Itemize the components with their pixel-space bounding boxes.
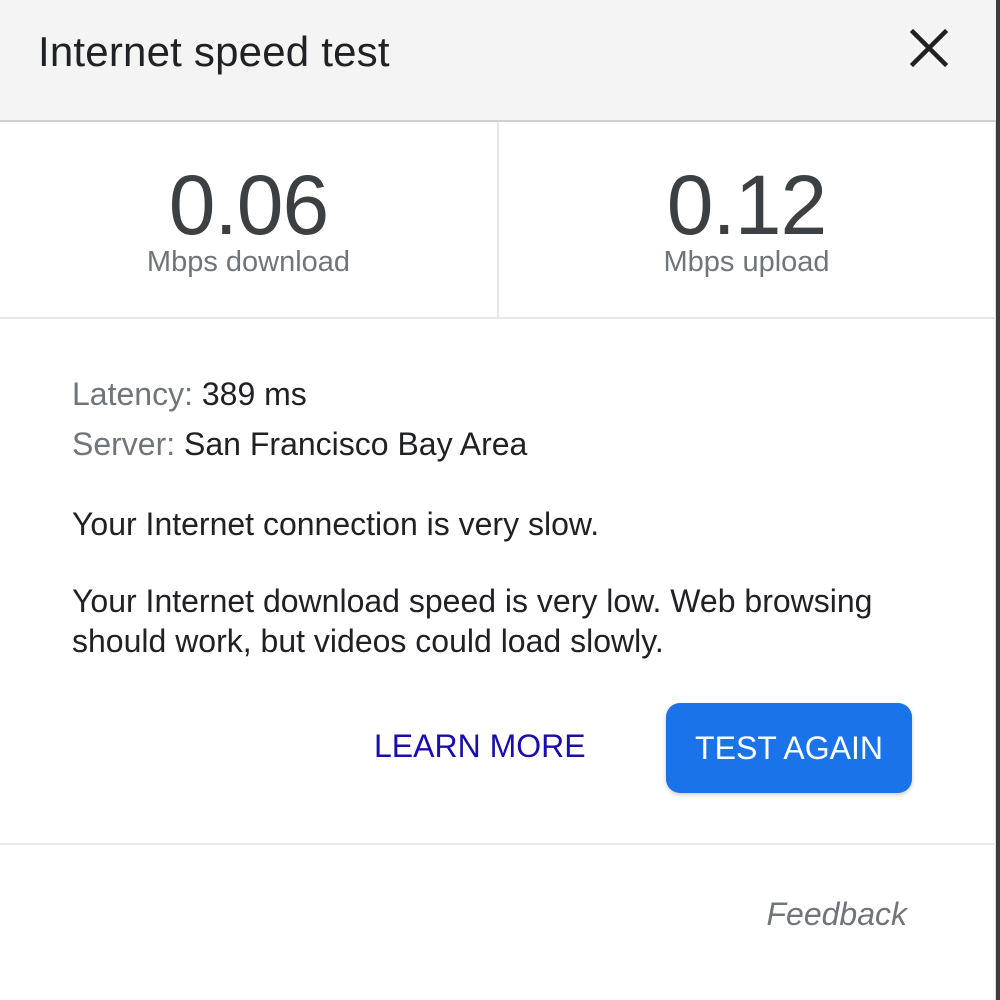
window-edge [996, 0, 1000, 1000]
connection-status-message: Your Internet connection is very slow. [72, 506, 600, 542]
download-result: 0.06 Mbps download [0, 122, 497, 317]
feedback-link[interactable]: Feedback [766, 896, 907, 933]
latency-label: Latency: [72, 376, 193, 412]
server-line: Server: San Francisco Bay Area [72, 424, 932, 474]
upload-speed-unit: Mbps upload [663, 246, 830, 278]
footer-divider [0, 843, 996, 845]
latency-value: 389 ms [201, 376, 307, 412]
server-label: Server: [72, 426, 176, 462]
connection-explanation-message: Your Internet download speed is very low… [72, 583, 873, 659]
learn-more-link[interactable]: LEARN MORE [374, 728, 586, 765]
server-value: San Francisco Bay Area [184, 426, 528, 462]
test-details: Latency: 389 ms Server: San Francisco Ba… [72, 374, 932, 474]
latency-line: Latency: 389 ms [72, 374, 932, 424]
upload-speed-value: 0.12 [666, 158, 828, 252]
dialog-header: Internet speed test [0, 0, 996, 122]
close-icon [909, 28, 949, 68]
speed-results: 0.06 Mbps download 0.12 Mbps upload [0, 122, 996, 319]
close-button[interactable] [903, 22, 955, 74]
speed-test-dialog: Internet speed test 0.06 Mbps download 0… [0, 0, 996, 1000]
download-speed-unit: Mbps download [146, 246, 351, 278]
download-speed-value: 0.06 [168, 158, 330, 252]
upload-result: 0.12 Mbps upload [497, 122, 994, 317]
dialog-title: Internet speed test [38, 28, 390, 75]
test-again-button[interactable]: TEST AGAIN [666, 703, 912, 793]
